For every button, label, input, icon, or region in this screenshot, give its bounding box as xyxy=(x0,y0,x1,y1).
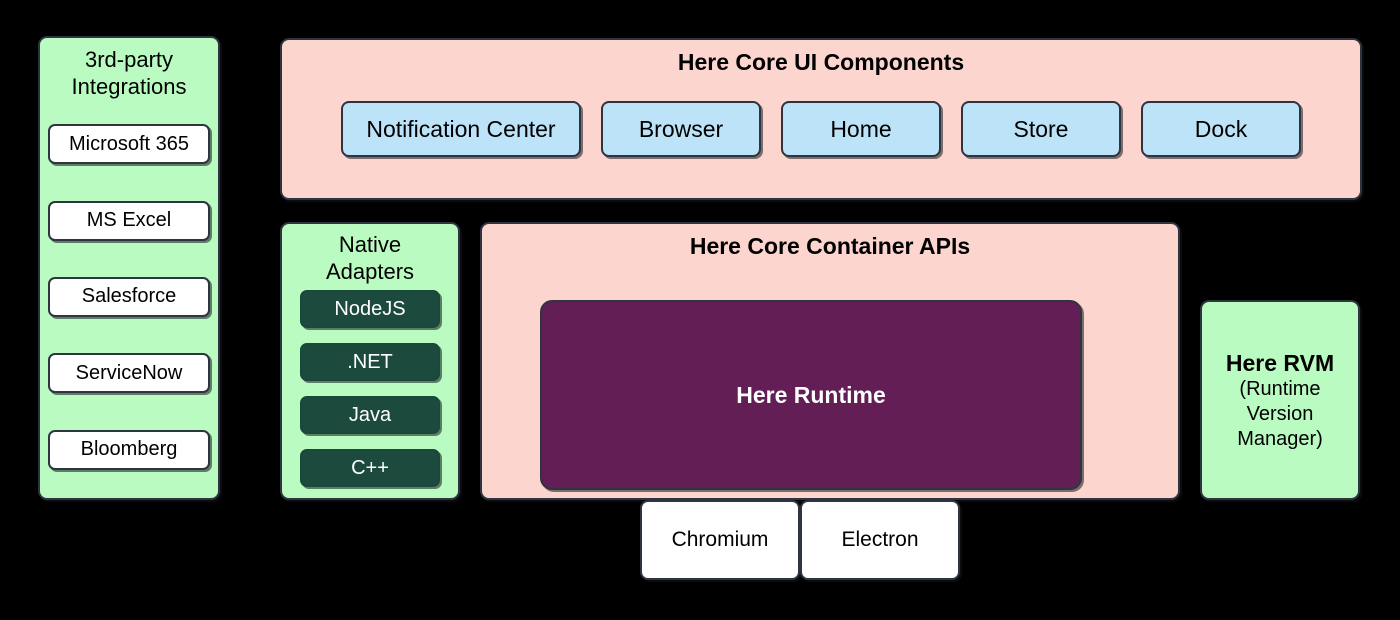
integration-item-ms-excel[interactable]: MS Excel xyxy=(48,200,210,241)
here-runtime-block[interactable]: Here Runtime xyxy=(540,300,1082,490)
foundation-row: Chromium Electron xyxy=(640,500,960,580)
ui-component-notification-center[interactable]: Notification Center xyxy=(341,101,581,157)
third-party-integrations-list: Microsoft 365 MS Excel Salesforce Servic… xyxy=(40,106,218,488)
diagram-canvas: 3rd-party Integrations Microsoft 365 MS … xyxy=(0,0,1400,620)
third-party-integrations-title: 3rd-party Integrations xyxy=(40,46,218,100)
third-party-integrations-title-line1: 3rd-party xyxy=(84,47,174,72)
here-core-ui-components-list: Notification Center Browser Home Store D… xyxy=(282,100,1360,158)
foundation-item-electron[interactable]: Electron xyxy=(800,500,960,580)
integration-item-bloomberg[interactable]: Bloomberg xyxy=(48,429,210,470)
here-rvm-subtitle-line1: (Runtime xyxy=(1239,377,1321,400)
native-adapters-list: NodeJS .NET Java C++ xyxy=(282,290,458,489)
group-here-core-ui-components: Here Core UI Components Notification Cen… xyxy=(280,38,1362,200)
native-adapter-java[interactable]: Java xyxy=(300,396,440,434)
native-adapters-title: Native Adapters xyxy=(282,231,458,285)
native-adapters-title-line2: Adapters xyxy=(325,259,415,284)
ui-component-dock[interactable]: Dock xyxy=(1141,101,1301,157)
native-adapter-cpp[interactable]: C++ xyxy=(300,449,440,487)
group-here-core-container-apis: Here Core Container APIs Here Runtime xyxy=(480,222,1180,500)
here-core-container-apis-title: Here Core Container APIs xyxy=(689,233,971,259)
here-rvm-subtitle-line3: Manager) xyxy=(1237,427,1323,450)
native-adapter-nodejs[interactable]: NodeJS xyxy=(300,290,440,328)
third-party-integrations-title-line2: Integrations xyxy=(71,74,187,99)
integration-item-salesforce[interactable]: Salesforce xyxy=(48,276,210,317)
integration-item-servicenow[interactable]: ServiceNow xyxy=(48,353,210,394)
here-rvm-subtitle-line2: Version xyxy=(1246,402,1314,425)
group-here-rvm: Here RVM (Runtime Version Manager) xyxy=(1200,300,1360,500)
group-third-party-integrations: 3rd-party Integrations Microsoft 365 MS … xyxy=(38,36,220,500)
here-core-ui-components-title: Here Core UI Components xyxy=(677,49,965,75)
native-adapter-dotnet[interactable]: .NET xyxy=(300,343,440,381)
group-native-adapters: Native Adapters NodeJS .NET Java C++ xyxy=(280,222,460,500)
foundation-item-chromium[interactable]: Chromium xyxy=(640,500,800,580)
here-rvm-title: Here RVM xyxy=(1225,349,1335,376)
ui-component-browser[interactable]: Browser xyxy=(601,101,761,157)
ui-component-home[interactable]: Home xyxy=(781,101,941,157)
native-adapters-title-line1: Native xyxy=(338,232,402,257)
integration-item-microsoft-365[interactable]: Microsoft 365 xyxy=(48,124,210,165)
ui-component-store[interactable]: Store xyxy=(961,101,1121,157)
